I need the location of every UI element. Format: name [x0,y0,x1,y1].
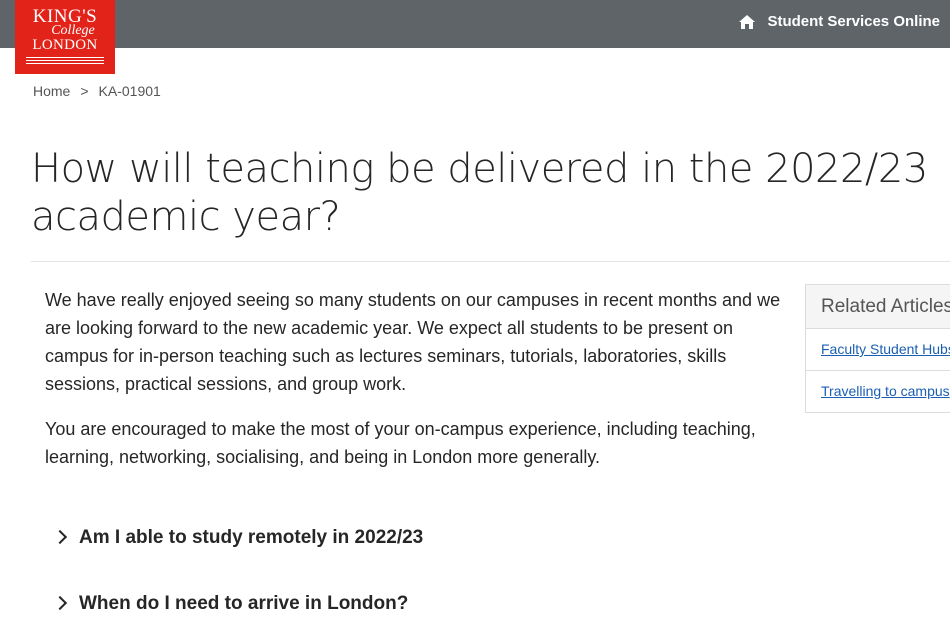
logo-line-3: LONDON [32,37,98,53]
title-divider [31,261,950,262]
article-paragraph: You are encouraged to make the most of y… [45,419,756,467]
student-services-online-label: Student Services Online [767,13,940,30]
chevron-right-icon [52,529,68,545]
accordion-label: Am I able to study remotely in 2022/23 [79,527,424,548]
home-icon [739,14,756,29]
kings-college-london-logo[interactable]: KING'S College LONDON [15,0,115,74]
logo-rule [26,63,104,64]
accordion-arrive-london[interactable]: When do I need to arrive in London? [52,593,409,615]
logo-line-2: College [51,23,95,38]
accordion-label: When do I need to arrive in London? [79,593,409,614]
chevron-right-icon [52,595,68,611]
article-paragraph: We have really enjoyed seeing so many st… [45,290,781,394]
top-navigation-bar: Student Services Online [0,0,950,48]
breadcrumb-home-link[interactable]: Home [33,83,70,99]
related-articles-title: Related Articles [806,285,950,329]
breadcrumb-current: KA-01901 [98,83,161,99]
logo-rule [26,57,104,58]
related-article-item: Faculty Student Hubs [806,329,950,371]
article-body: We have really enjoyed seeing so many st… [45,286,785,488]
related-article-item: Travelling to campus [806,371,950,412]
logo-rule [26,60,104,61]
related-articles-panel: Related Articles Faculty Student Hubs Tr… [805,284,950,413]
breadcrumb-separator: > [80,83,89,99]
breadcrumb: Home > KA-01901 [33,83,161,99]
page-title: How will teaching be delivered in the 20… [31,146,928,240]
student-services-online-link[interactable]: Student Services Online [738,13,940,30]
related-article-link[interactable]: Faculty Student Hubs [821,341,950,357]
accordion-study-remotely[interactable]: Am I able to study remotely in 2022/23 [52,527,424,549]
related-article-link[interactable]: Travelling to campus [821,383,950,399]
